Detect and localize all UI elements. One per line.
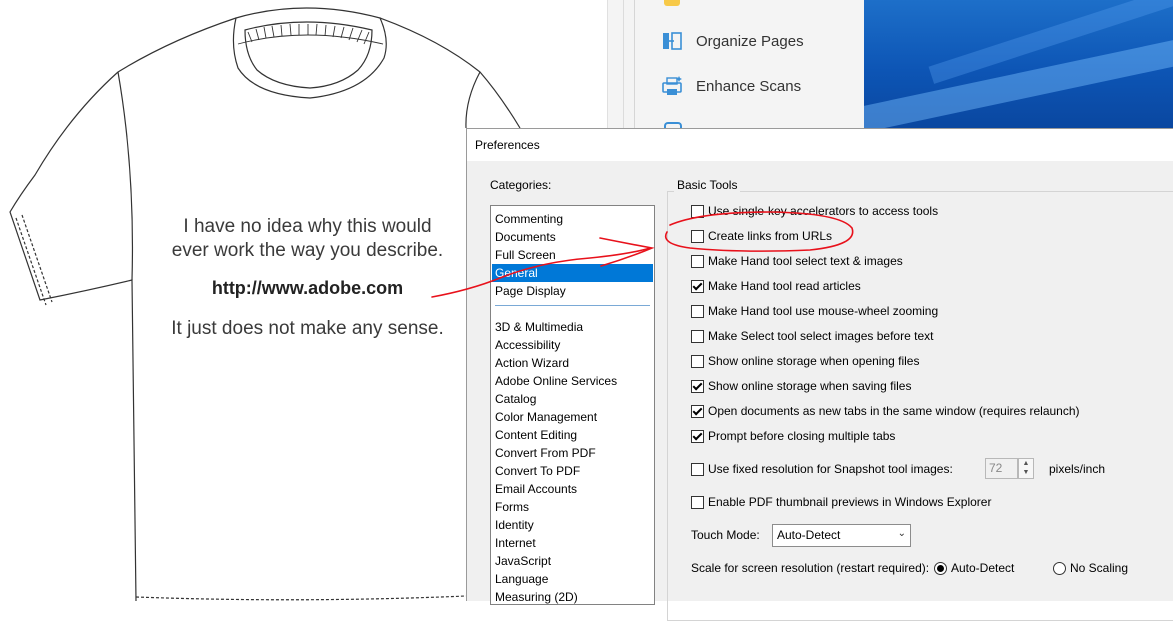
category-measuring-2d[interactable]: Measuring (2D) — [492, 588, 653, 604]
option-snapshot-fixed-resolution[interactable]: Use fixed resolution for Snapshot tool i… — [691, 461, 953, 477]
tool-organize-pages[interactable]: Organize Pages — [660, 26, 804, 56]
touch-mode-select[interactable]: Auto-Detect ⌄ — [772, 524, 911, 547]
dialog-title: Preferences — [475, 138, 540, 152]
option-hand-read-articles[interactable]: Make Hand tool read articles — [691, 278, 861, 294]
option-label: Make Select tool select images before te… — [708, 329, 934, 343]
tools-pane-separator — [634, 0, 635, 128]
category-color-management[interactable]: Color Management — [492, 408, 653, 426]
categories-list[interactable]: Commenting Documents Full Screen General… — [490, 205, 655, 605]
doc-line-3: It just does not make any sense. — [171, 318, 444, 339]
category-full-screen[interactable]: Full Screen — [492, 246, 653, 264]
option-online-storage-saving[interactable]: Show online storage when saving files — [691, 378, 911, 394]
checkbox[interactable] — [691, 254, 704, 268]
snapshot-resolution-stepper[interactable]: ▲ ▼ — [1018, 458, 1034, 479]
checkbox[interactable] — [691, 304, 704, 318]
radio[interactable] — [1053, 561, 1066, 575]
option-label: Make Hand tool use mouse-wheel zooming — [708, 304, 939, 318]
radio-label: No Scaling — [1070, 561, 1129, 575]
scale-auto-detect-radio[interactable]: Auto-Detect — [934, 560, 1014, 576]
category-convert-to-pdf[interactable]: Convert To PDF — [492, 462, 653, 480]
category-email-accounts[interactable]: Email Accounts — [492, 480, 653, 498]
category-documents[interactable]: Documents — [492, 228, 653, 246]
category-commenting[interactable]: Commenting — [492, 210, 653, 228]
tool-organize-pages-label: Organize Pages — [696, 32, 804, 50]
radio[interactable] — [934, 561, 947, 575]
option-label: Use single-key accelerators to access to… — [708, 204, 939, 218]
option-label: Use fixed resolution for Snapshot tool i… — [708, 462, 953, 476]
category-convert-from-pdf[interactable]: Convert From PDF — [492, 444, 653, 462]
category-javascript[interactable]: JavaScript — [492, 552, 653, 570]
scale-no-scaling-radio[interactable]: No Scaling — [1053, 560, 1128, 576]
checkbox[interactable] — [691, 204, 704, 218]
tools-pane: Organize Pages Enhance Scans — [623, 0, 865, 128]
category-forms[interactable]: Forms — [492, 498, 653, 516]
category-adobe-online-services[interactable]: Adobe Online Services — [492, 372, 653, 390]
tool-partial-icon — [664, 0, 680, 6]
categories-label: Categories: — [490, 178, 552, 192]
checkbox[interactable] — [691, 404, 704, 418]
checkbox[interactable] — [691, 462, 704, 476]
checkbox[interactable] — [691, 379, 704, 393]
snapshot-resolution-input[interactable]: 72 — [985, 458, 1018, 479]
option-label: Open documents as new tabs in the same w… — [708, 404, 1080, 418]
checkbox[interactable] — [691, 429, 704, 443]
option-hand-select-text-images[interactable]: Make Hand tool select text & images — [691, 253, 903, 269]
touch-mode-value: Auto-Detect — [777, 528, 841, 542]
option-label: Enable PDF thumbnail previews in Windows… — [708, 495, 992, 509]
organize-pages-icon — [663, 32, 682, 50]
checkbox[interactable] — [691, 229, 704, 243]
desktop-wallpaper — [864, 0, 1173, 128]
preferences-dialog: Preferences Categories: Commenting Docum… — [466, 128, 1173, 621]
option-label: Make Hand tool select text & images — [708, 254, 903, 268]
doc-line-2: ever work the way you describe. — [171, 240, 444, 261]
option-open-as-new-tabs[interactable]: Open documents as new tabs in the same w… — [691, 403, 1080, 419]
tool-enhance-scans-label: Enhance Scans — [696, 77, 802, 95]
option-prompt-closing-tabs[interactable]: Prompt before closing multiple tabs — [691, 428, 895, 444]
category-internet[interactable]: Internet — [492, 534, 653, 552]
checkbox[interactable] — [691, 495, 704, 509]
category-page-display[interactable]: Page Display — [492, 282, 653, 300]
option-label: Show online storage when saving files — [708, 379, 912, 393]
category-general[interactable]: General — [492, 264, 653, 282]
checkbox[interactable] — [691, 279, 704, 293]
enhance-scans-icon — [662, 76, 682, 95]
category-identity[interactable]: Identity — [492, 516, 653, 534]
category-catalog[interactable]: Catalog — [492, 390, 653, 408]
option-label: Make Hand tool read articles — [708, 279, 861, 293]
tool-enhance-scans[interactable]: Enhance Scans — [660, 71, 801, 101]
category-content-editing[interactable]: Content Editing — [492, 426, 653, 444]
category-language[interactable]: Language — [492, 570, 653, 588]
option-hand-mouse-wheel-zoom[interactable]: Make Hand tool use mouse-wheel zooming — [691, 303, 938, 319]
option-pdf-thumbnail-previews[interactable]: Enable PDF thumbnail previews in Windows… — [691, 494, 991, 510]
basic-tools-title: Basic Tools — [674, 178, 741, 192]
categories-divider — [495, 305, 650, 306]
option-create-links-from-urls[interactable]: Create links from URLs — [691, 228, 832, 244]
option-label: Prompt before closing multiple tabs — [708, 429, 896, 443]
checkbox[interactable] — [691, 329, 704, 343]
doc-line-1: I have no idea why this would — [183, 216, 432, 237]
option-label: Show online storage when opening files — [708, 354, 920, 368]
option-online-storage-opening[interactable]: Show online storage when opening files — [691, 353, 919, 369]
scale-label: Scale for screen resolution (restart req… — [691, 561, 930, 575]
option-label: Create links from URLs — [708, 229, 833, 243]
doc-url-text: http://www.adobe.com — [211, 278, 404, 298]
category-accessibility[interactable]: Accessibility — [492, 336, 653, 354]
snapshot-unit-label: pixels/inch — [1049, 462, 1106, 476]
touch-mode-label: Touch Mode: — [691, 528, 760, 542]
radio-label: Auto-Detect — [951, 561, 1015, 575]
dialog-titlebar[interactable]: Preferences — [467, 129, 1173, 161]
checkbox[interactable] — [691, 354, 704, 368]
option-single-key-accelerators[interactable]: Use single-key accelerators to access to… — [691, 203, 938, 219]
chevron-down-icon: ⌄ — [897, 528, 906, 539]
category-3d-multimedia[interactable]: 3D & Multimedia — [492, 318, 653, 336]
option-select-images-before-text[interactable]: Make Select tool select images before te… — [691, 328, 933, 344]
category-action-wizard[interactable]: Action Wizard — [492, 354, 653, 372]
